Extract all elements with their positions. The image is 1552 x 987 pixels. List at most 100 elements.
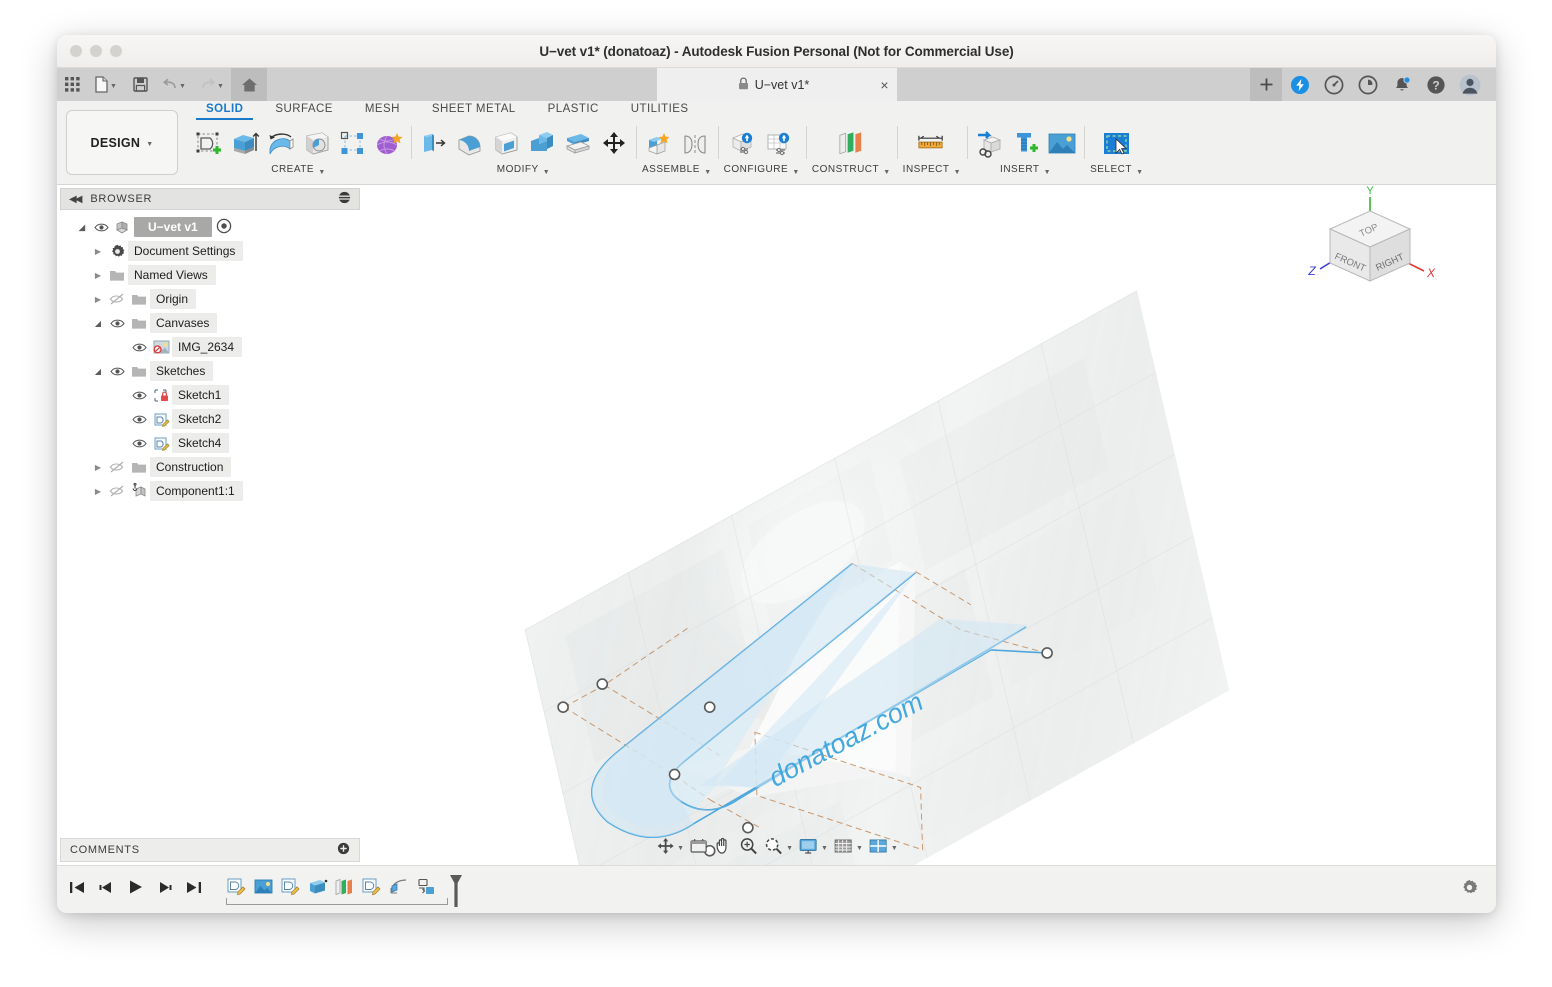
grid-apps-icon[interactable] — [57, 68, 87, 101]
step-forward-icon[interactable] — [156, 880, 173, 900]
select-window-icon[interactable] — [1100, 125, 1133, 163]
tab-utilities[interactable]: UTILITIES — [615, 101, 705, 118]
press-pull-icon[interactable] — [417, 125, 450, 163]
tree-node-u-vet-v1[interactable]: ◢ U−vet v1 — [60, 215, 360, 239]
pan-icon[interactable] — [712, 833, 736, 859]
tab-mesh[interactable]: MESH — [349, 101, 416, 118]
tree-node-construction[interactable]: ▶ Construction — [60, 455, 360, 479]
zoom-icon[interactable] — [737, 833, 761, 859]
fillet-icon[interactable] — [453, 125, 486, 163]
orbit-icon[interactable]: ▼ — [653, 833, 686, 859]
view-cube[interactable]: Y Z X TOP FRONT RIGHT — [1298, 185, 1448, 305]
tree-node-named-views[interactable]: ▶ Named Views — [60, 263, 360, 287]
visibility-eye-icon[interactable] — [128, 390, 150, 401]
timeline-sketch-icon[interactable] — [224, 874, 249, 900]
help-icon[interactable]: ? — [1420, 68, 1452, 101]
expand-arrow-icon[interactable]: ▶ — [90, 271, 106, 280]
visibility-eye-icon[interactable] — [90, 222, 112, 233]
tree-node-origin[interactable]: ▶ Origin — [60, 287, 360, 311]
measure-icon[interactable] — [915, 125, 948, 163]
workspace-switcher-button[interactable]: DESIGN ▼ — [66, 110, 178, 175]
timeline-canvas-icon[interactable] — [251, 874, 276, 900]
document-tab[interactable]: U−vet v1* × — [656, 68, 897, 101]
offset-plane-icon[interactable] — [835, 125, 868, 163]
viewports-icon[interactable]: ▼ — [866, 833, 900, 859]
step-back-icon[interactable] — [98, 880, 115, 900]
timeline-settings-gear-icon[interactable] — [1461, 879, 1478, 901]
create-sketch-icon[interactable] — [192, 125, 225, 163]
timeline-sweep-icon[interactable] — [386, 874, 411, 900]
timeline-extrude-icon[interactable] — [305, 874, 330, 900]
extrude-icon[interactable] — [228, 125, 261, 163]
tree-node-sketches[interactable]: ◢ Sketches — [60, 359, 360, 383]
visibility-eye-icon[interactable] — [106, 318, 128, 329]
configuration-table-icon[interactable] — [763, 125, 796, 163]
account-avatar[interactable] — [1454, 68, 1486, 101]
pattern-icon[interactable] — [336, 125, 369, 163]
close-document-tab-button[interactable]: × — [880, 78, 888, 92]
derive-icon[interactable] — [973, 125, 1006, 163]
display-settings-icon[interactable]: ▼ — [796, 833, 830, 859]
tree-node-sketch4[interactable]: Sketch4 — [60, 431, 360, 455]
tab-surface[interactable]: SURFACE — [259, 101, 348, 118]
expand-arrow-icon[interactable]: ▶ — [90, 247, 106, 256]
tab-plastic[interactable]: PLASTIC — [532, 101, 615, 118]
tree-node-img-2634[interactable]: IMG_2634 — [60, 335, 360, 359]
configure-design-icon[interactable] — [727, 125, 760, 163]
home-icon[interactable] — [231, 68, 267, 101]
visibility-eye-icon[interactable] — [128, 438, 150, 449]
panel-menu-icon[interactable] — [338, 191, 351, 207]
shell-icon[interactable] — [489, 125, 522, 163]
comments-panel[interactable]: COMMENTS — [60, 838, 360, 862]
timeline-end-marker[interactable] — [448, 874, 464, 913]
tree-node-sketch2[interactable]: Sketch2 — [60, 407, 360, 431]
undo-icon[interactable]: ▼ — [155, 68, 193, 101]
collapse-panel-icon[interactable]: ◀◀ — [69, 194, 82, 205]
minimize-window-button[interactable] — [90, 45, 102, 57]
add-comment-icon[interactable] — [337, 842, 350, 858]
insert-canvas-icon[interactable] — [1045, 125, 1078, 163]
timeline-plane-icon[interactable] — [332, 874, 357, 900]
go-to-beginning-icon[interactable] — [69, 880, 86, 900]
job-status-icon[interactable] — [1352, 68, 1384, 101]
expand-arrow-open-icon[interactable]: ◢ — [90, 319, 106, 328]
tree-node-sketch1[interactable]: Sketch1 — [60, 383, 360, 407]
tab-sheet-metal[interactable]: SHEET METAL — [416, 101, 532, 118]
expand-arrow-icon[interactable]: ▶ — [90, 487, 106, 496]
go-to-end-icon[interactable] — [185, 880, 202, 900]
timeline-sketch-icon[interactable] — [278, 874, 303, 900]
sweep-icon[interactable] — [300, 125, 333, 163]
new-document-icon[interactable]: ▼ — [87, 68, 125, 101]
notifications-icon[interactable] — [1386, 68, 1418, 101]
timeline-move-icon[interactable] — [413, 874, 438, 900]
expand-arrow-icon[interactable]: ▶ — [90, 463, 106, 472]
move-copy-icon[interactable] — [597, 125, 630, 163]
expand-arrow-open-icon[interactable]: ◢ — [90, 367, 106, 376]
new-tab-button[interactable] — [1250, 68, 1282, 101]
expand-arrow-icon[interactable]: ▶ — [90, 295, 106, 304]
visibility-eye-icon[interactable] — [128, 414, 150, 425]
save-icon[interactable] — [125, 68, 155, 101]
tab-solid[interactable]: SOLID — [190, 101, 259, 120]
grid-snaps-icon[interactable]: ▼ — [831, 833, 865, 859]
form-icon[interactable] — [372, 125, 405, 163]
close-window-button[interactable] — [70, 45, 82, 57]
window-controls[interactable] — [70, 45, 122, 57]
performance-icon[interactable] — [1318, 68, 1350, 101]
tree-node-canvases[interactable]: ◢ Canvases — [60, 311, 360, 335]
extensions-icon[interactable] — [1284, 68, 1316, 101]
visibility-eye-icon[interactable] — [106, 366, 128, 377]
fit-icon[interactable]: ▼ — [762, 833, 795, 859]
offset-face-icon[interactable] — [561, 125, 594, 163]
mcmaster-carr-icon[interactable] — [1009, 125, 1042, 163]
maximize-window-button[interactable] — [110, 45, 122, 57]
combine-icon[interactable] — [525, 125, 558, 163]
play-icon[interactable] — [127, 879, 144, 900]
activate-component-icon[interactable] — [216, 218, 232, 237]
look-at-icon[interactable] — [687, 833, 711, 859]
joint-icon[interactable] — [678, 125, 711, 163]
expand-arrow-open-icon[interactable]: ◢ — [74, 223, 90, 232]
tree-node-component1-1[interactable]: ▶ Component1:1 — [60, 479, 360, 503]
timeline-sketch-icon[interactable] — [359, 874, 384, 900]
tree-node-document-settings[interactable]: ▶ Document Settings — [60, 239, 360, 263]
